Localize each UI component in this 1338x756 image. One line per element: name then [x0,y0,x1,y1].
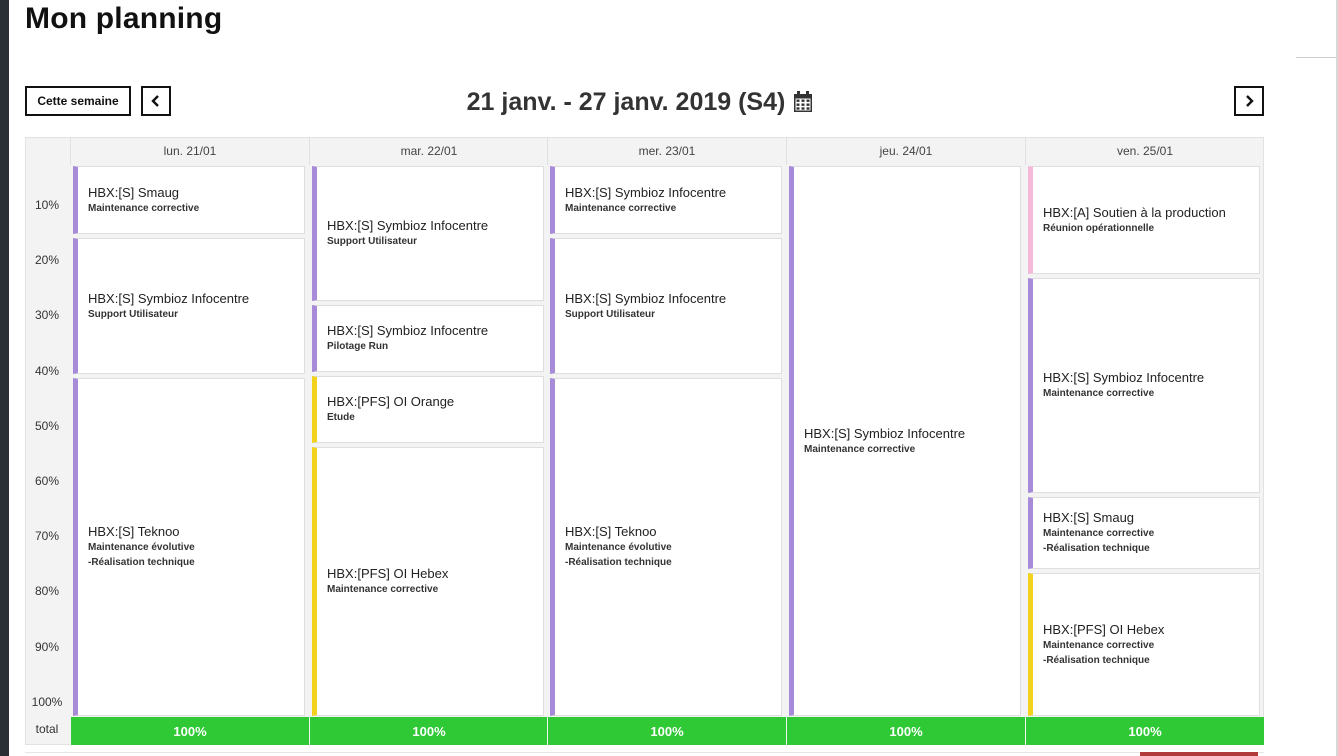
planning-event[interactable]: HBX:[PFS] OI Orange Etude [312,376,544,443]
event-title: HBX:[PFS] OI Hebex [327,566,449,581]
planning-event[interactable]: HBX:[PFS] OI Hebex Maintenance corrective… [1028,573,1260,716]
scrollbar-indicator [1140,752,1258,756]
event-title: HBX:[S] Symbioz Infocentre [327,218,489,233]
event-detail: -Réalisation technique [88,557,195,568]
calendar-icon[interactable] [793,91,813,113]
row-percent-label: 90% [34,639,60,654]
event-detail: Maintenance évolutive [565,542,672,553]
day-total: 100% [547,717,786,745]
event-detail: Support Utilisateur [88,308,179,320]
event-detail: Support Utilisateur [327,236,418,247]
previous-week-button[interactable] [141,86,171,116]
event-detail: Maintenance corrective [565,202,677,214]
week-range: 21 janv. - 27 janv. 2019 (S4) [350,86,930,118]
row-percent-label: 20% [34,253,60,268]
event-detail: -Réalisation technique [565,557,672,568]
planning-event[interactable]: HBX:[S] Teknoo Maintenance évolutive -Réal… [73,378,305,716]
next-week-button[interactable] [1234,86,1264,116]
planning-event[interactable]: HBX:[S] Symbioz Infocentre Pilotage Run [312,305,544,372]
event-title: HBX:[S] Symbioz Infocentre [565,184,727,200]
event-title: HBX:[S] Teknoo [88,524,180,539]
row-percent-label: 30% [34,308,60,323]
event-detail: -Réalisation technique [1043,654,1150,666]
row-percent-label: 10% [34,198,60,212]
event-detail: Pilotage Run [327,341,389,352]
day-total: 100% [70,717,309,745]
planning-event[interactable]: HBX:[S] Symbioz Infocentre Support Utilis… [73,238,305,374]
planning-event[interactable]: HBX:[S] Symbioz Infocentre Support Utilis… [312,166,544,301]
day-header: mar. 22/01 [309,137,548,165]
divider [25,752,1264,753]
page-title: Mon planning [25,2,223,35]
row-percent-label: 40% [34,363,60,378]
week-range-label: 21 janv. - 27 janv. 2019 (S4) [466,87,786,116]
day-total: 100% [309,717,548,745]
day-total: 100% [1025,717,1264,745]
divider [1296,57,1336,58]
planning-event[interactable]: HBX:[A] Soutien à la production Réunion o… [1028,166,1260,274]
event-detail: Réunion opérationnelle [1043,222,1155,234]
event-title: HBX:[S] Teknoo [565,524,657,539]
planning-event[interactable]: HBX:[S] Symbioz Infocentre Maintenance co… [550,166,782,234]
event-title: HBX:[S] Smaug [88,184,180,200]
day-header: ven. 25/01 [1025,137,1264,165]
this-week-button[interactable]: Cette semaine [25,86,131,116]
chevron-right-icon [1246,95,1254,107]
day-header: mer. 23/01 [547,137,786,165]
planning-event[interactable]: HBX:[PFS] OI Hebex Maintenance corrective [312,447,544,716]
event-detail: Maintenance corrective [1043,388,1155,399]
total-label: total [35,722,59,736]
row-percent-label: 50% [34,418,60,433]
row-percent-label: 100% [31,694,63,709]
planning-event[interactable]: HBX:[S] Smaug Maintenance corrective -Réal… [1028,497,1260,569]
event-detail: Maintenance évolutive [88,542,195,553]
event-title: HBX:[S] Smaug [1043,510,1135,525]
event-detail: Maintenance corrective [1043,528,1155,539]
event-title: HBX:[S] Symbioz Infocentre [327,323,489,338]
event-detail: Maintenance corrective [88,202,200,214]
event-title: HBX:[A] Soutien à la production [1043,204,1226,220]
event-detail: Etude [327,412,355,423]
day-total: 100% [786,717,1025,745]
event-title: HBX:[S] Symbioz Infocentre [88,290,250,306]
event-title: HBX:[S] Symbioz Infocentre [565,290,727,306]
day-header: lun. 21/01 [70,137,309,165]
event-detail: Maintenance corrective [1043,639,1155,651]
planning-event[interactable]: HBX:[S] Teknoo Maintenance évolutive -Réal… [550,378,782,716]
planning-event[interactable]: HBX:[S] Symbioz Infocentre Maintenance co… [1028,278,1260,493]
event-detail: Maintenance corrective [804,443,916,455]
event-title: HBX:[S] Symbioz Infocentre [804,425,966,441]
left-sidebar-strip [0,0,9,756]
event-detail: -Réalisation technique [1043,543,1150,554]
planning-event[interactable]: HBX:[S] Symbioz Infocentre Support Utilis… [550,238,782,374]
day-header: jeu. 24/01 [786,137,1025,165]
event-detail: Maintenance corrective [327,584,439,595]
event-title: HBX:[S] Symbioz Infocentre [1043,370,1205,385]
planning-event[interactable]: HBX:[S] Smaug Maintenance corrective [73,166,305,234]
row-percent-label: 70% [34,529,60,544]
event-title: HBX:[PFS] OI Hebex [1043,621,1165,637]
row-percent-label: 60% [34,474,60,488]
row-percent-label: 80% [34,584,60,599]
event-detail: Support Utilisateur [565,308,656,320]
planning-event[interactable]: HBX:[S] Symbioz Infocentre Maintenance co… [789,166,1021,716]
event-title: HBX:[PFS] OI Orange [327,394,455,409]
chevron-left-icon [151,95,159,107]
